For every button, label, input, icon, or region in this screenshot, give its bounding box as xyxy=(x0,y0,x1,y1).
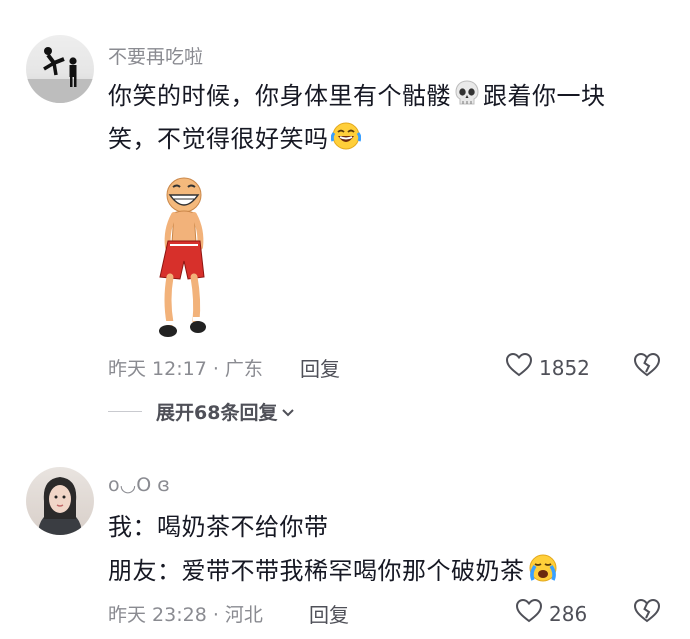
divider-line xyxy=(108,411,142,412)
comment-text: 你笑的时候，你身体里有个骷髅 xyxy=(108,82,451,110)
comment-username[interactable]: 不要再吃啦 xyxy=(108,42,203,69)
avatar[interactable] xyxy=(26,35,94,103)
broken-heart-icon xyxy=(633,352,661,382)
comment-username[interactable]: o◡O ɞ xyxy=(108,474,170,496)
dislike-button[interactable] xyxy=(633,352,661,382)
dislike-button[interactable] xyxy=(633,598,661,628)
expand-label: 展开68条回复 xyxy=(156,402,278,424)
like-count: 1852 xyxy=(539,355,590,380)
comment-text-line: 你笑的时候，你身体里有个骷髅 跟着你一块 xyxy=(108,79,606,115)
comment-text-line: 朋友：爱带不带我稀罕喝你那个破奶茶 xyxy=(108,553,561,591)
avatar[interactable] xyxy=(26,467,94,535)
reply-button[interactable]: 回复 xyxy=(300,353,340,382)
expand-replies-button[interactable]: 展开68条回复 xyxy=(108,398,295,425)
broken-heart-icon xyxy=(633,598,661,628)
comment-text: 笑，不觉得很好笑吗 xyxy=(108,125,329,153)
reply-button[interactable]: 回复 xyxy=(309,599,349,628)
crying-icon xyxy=(527,553,559,591)
chevron-down-icon xyxy=(277,401,295,423)
comment-text-line: 我：喝奶茶不给你带 xyxy=(108,511,329,543)
skull-icon xyxy=(453,79,481,115)
like-button[interactable]: 286 xyxy=(515,598,587,629)
comment-meta: 昨天 23:28 · 河北 xyxy=(108,604,263,626)
comment-feed: 不要再吃啦 你笑的时候，你身体里有个骷髅 跟着你一块 笑，不觉得很好笑吗 昨天 … xyxy=(0,0,690,639)
comment-meta: 昨天 12:17 · 广东 xyxy=(108,358,263,380)
heart-icon xyxy=(515,598,543,629)
comment-text: 朋友：爱带不带我稀罕喝你那个破奶茶 xyxy=(108,557,525,585)
like-button[interactable]: 1852 xyxy=(505,352,590,383)
heart-icon xyxy=(505,352,533,383)
laughing-man-sticker[interactable] xyxy=(146,175,222,345)
like-count: 286 xyxy=(549,601,588,626)
comment-text: 我：喝奶茶不给你带 xyxy=(108,513,329,541)
laugh-crying-icon xyxy=(330,121,361,159)
comment-text-line: 笑，不觉得很好笑吗 xyxy=(108,121,363,159)
comment-text: 跟着你一块 xyxy=(483,82,606,110)
